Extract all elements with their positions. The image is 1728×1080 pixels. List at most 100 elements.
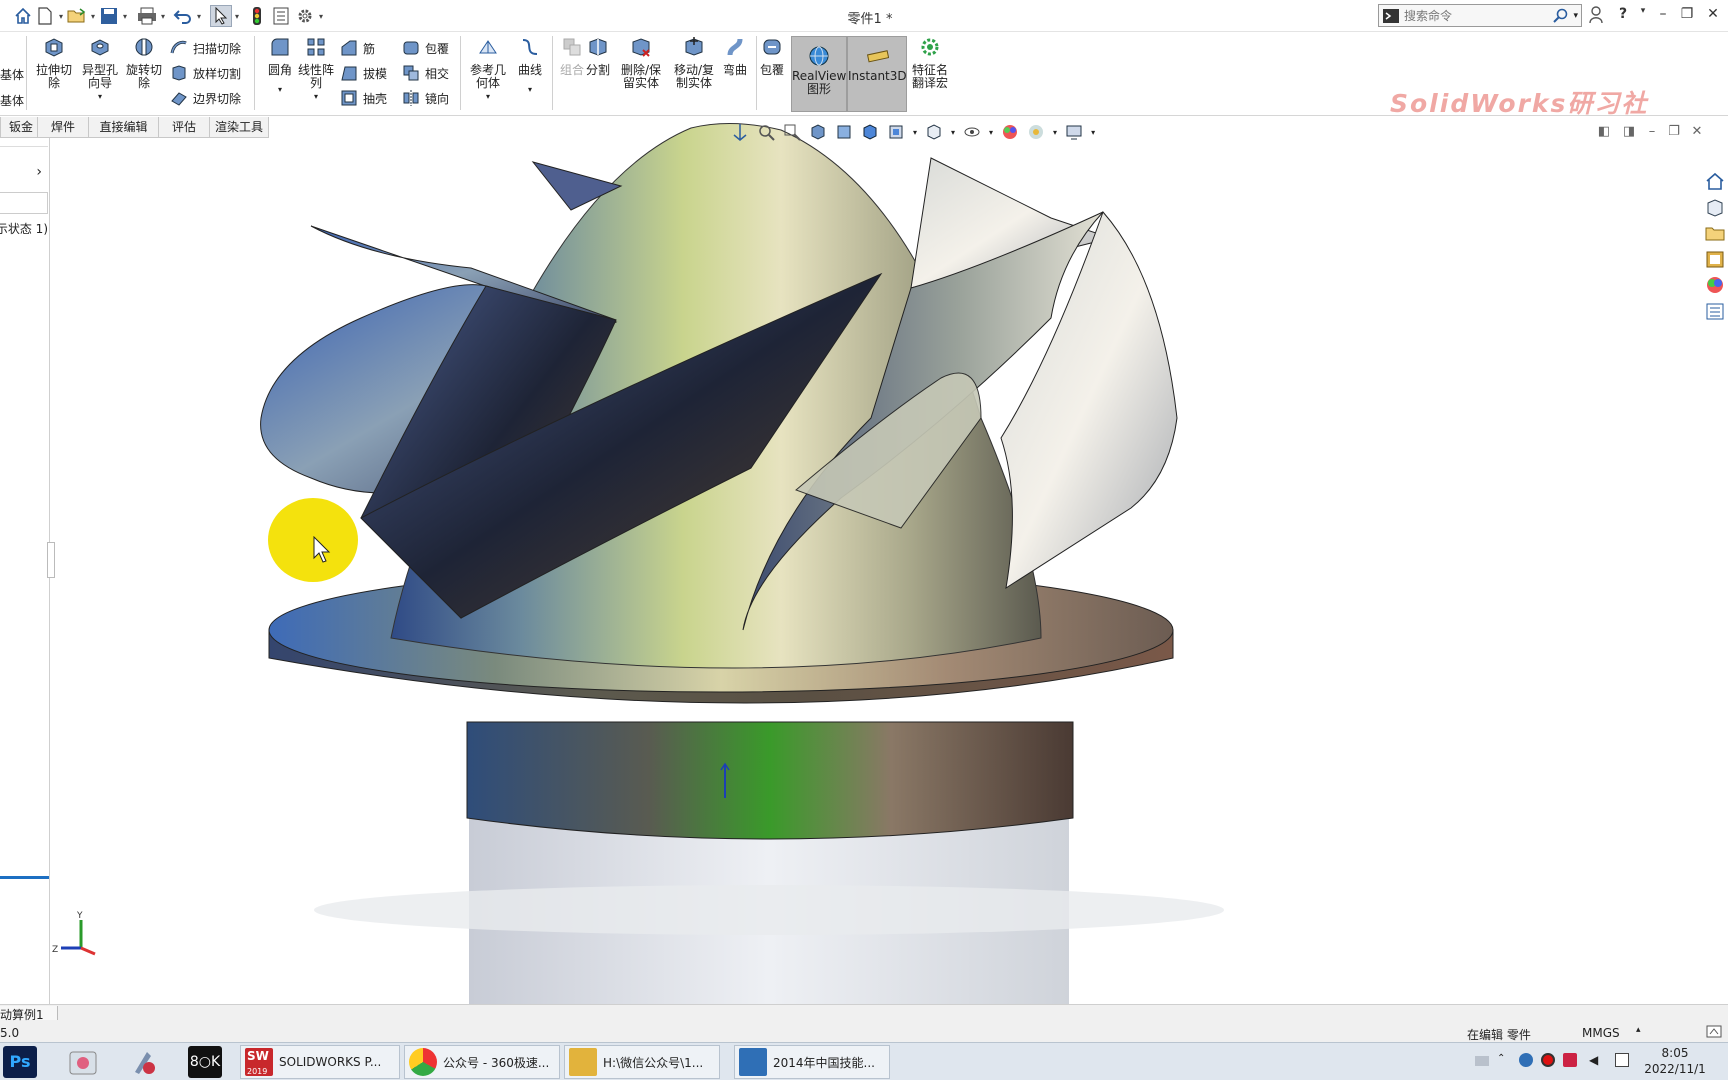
chevron-down-icon[interactable]: ▾ <box>1632 6 1654 26</box>
split-button[interactable]: 分割 <box>574 36 622 77</box>
instant3d-button[interactable]: Instant3D <box>847 36 907 112</box>
reference-geometry-button[interactable]: 参考几何体 ▾ <box>464 36 512 103</box>
chevron-down-icon[interactable]: ▾ <box>989 128 993 137</box>
restore-icon[interactable]: ❐ <box>1676 6 1698 26</box>
feature-translate-macro-button[interactable]: 特征名翻译宏 <box>906 36 954 90</box>
search-commands-field[interactable]: 搜索命令 ▾ <box>1378 4 1582 27</box>
revolve-cut-button[interactable]: 旋转切除 <box>120 36 168 90</box>
rib-button[interactable]: 筋 <box>340 37 375 59</box>
save-icon[interactable] <box>98 5 120 27</box>
taskbar-app-solidworks[interactable]: SW 2019 SOLIDWORKS P... <box>240 1045 400 1079</box>
linear-pattern-button[interactable]: 线性阵列 ▾ <box>292 36 340 103</box>
chevron-down-icon[interactable]: ▾ <box>120 12 130 21</box>
sweep-cut-button[interactable]: 扫描切除 <box>170 37 241 59</box>
delete-keep-body-button[interactable]: 删除/保留实体 <box>616 36 666 90</box>
close-icon[interactable]: ✕ <box>1702 6 1724 26</box>
input-method-icon[interactable] <box>1563 1053 1577 1067</box>
intersect-button[interactable]: 相交 <box>402 62 449 84</box>
minimize-icon[interactable]: – <box>1652 6 1674 26</box>
wrap-large-button[interactable]: 包覆 <box>748 36 796 77</box>
mirror-button[interactable]: 镜向 <box>402 87 449 109</box>
home-icon[interactable] <box>1704 171 1726 192</box>
rebuild-traffic-light-icon[interactable] <box>246 5 268 27</box>
edit-appearance-icon[interactable] <box>1001 123 1019 141</box>
chevron-down-icon[interactable]: ▾ <box>76 90 124 103</box>
chevron-down-icon[interactable]: ▾ <box>232 12 242 21</box>
chevron-down-icon[interactable]: ▾ <box>464 90 512 103</box>
options-gear-icon[interactable] <box>294 5 316 27</box>
zoom-area-icon[interactable] <box>783 123 801 141</box>
curves-button[interactable]: 曲线 ▾ <box>506 36 554 96</box>
section-view-icon[interactable] <box>809 123 827 141</box>
record-icon[interactable] <box>1541 1053 1555 1067</box>
chevron-down-icon[interactable]: ▾ <box>158 12 168 21</box>
undo-icon[interactable] <box>172 5 194 27</box>
hide-show-icon[interactable] <box>925 123 943 141</box>
visibility-eye-icon[interactable] <box>963 123 981 141</box>
tray-app-icon[interactable] <box>1519 1053 1533 1067</box>
camera-app-icon[interactable] <box>66 1046 100 1078</box>
boundary-cut-button[interactable]: 边界切除 <box>170 87 241 109</box>
chevron-down-icon[interactable]: ▾ <box>1091 128 1095 137</box>
ribbon-cut-item[interactable]: 基体 <box>0 92 24 109</box>
monitor-icon[interactable] <box>1065 123 1083 141</box>
draft-button[interactable]: 拔模 <box>340 62 387 84</box>
wrap-button[interactable]: 包覆 <box>402 37 449 59</box>
chevron-right-icon[interactable]: › <box>0 164 48 180</box>
zoom-fit-icon[interactable] <box>757 123 775 141</box>
status-help-icon[interactable] <box>1706 1025 1722 1042</box>
taskbar-app-explorer[interactable]: H:\微信公众号\1... <box>564 1045 720 1079</box>
units-selector[interactable]: MMGS <box>1582 1026 1620 1040</box>
viewport-minimize-icon[interactable]: – <box>1642 124 1662 139</box>
search-icon[interactable] <box>1553 8 1569 24</box>
extrude-cut-button[interactable]: 拉伸切除 <box>30 36 78 90</box>
volume-icon[interactable]: ◀ <box>1589 1053 1603 1067</box>
file-properties-icon[interactable] <box>270 5 292 27</box>
appearances-icon[interactable] <box>1704 275 1726 296</box>
taskbar-clock[interactable]: 8:05 2022/11/1 <box>1640 1045 1710 1077</box>
viewport-close-icon[interactable]: ✕ <box>1687 124 1707 139</box>
file-explorer-icon[interactable] <box>1704 223 1726 244</box>
ribbon-cut-item[interactable]: 基体 <box>0 66 24 83</box>
filter-field[interactable] <box>0 192 48 214</box>
loft-cut-button[interactable]: 放样切割 <box>170 62 241 84</box>
realview-button[interactable]: RealView图形 <box>791 36 847 112</box>
taskbar-app-browser[interactable]: 公众号 - 360极速... <box>404 1045 560 1079</box>
hole-wizard-button[interactable]: 异型孔向导 ▾ <box>76 36 124 103</box>
chevron-down-icon[interactable]: ▾ <box>316 12 326 21</box>
home-icon[interactable] <box>12 5 34 27</box>
view-palette-icon[interactable] <box>1704 249 1726 270</box>
new-document-icon[interactable] <box>34 5 56 27</box>
apply-scene-icon[interactable] <box>1027 123 1045 141</box>
network-icon[interactable] <box>1615 1053 1629 1067</box>
chevron-down-icon[interactable]: ▾ <box>951 128 955 137</box>
chevron-down-icon[interactable]: ▾ <box>292 90 340 103</box>
chevron-down-icon[interactable]: ▾ <box>913 128 917 137</box>
photoshop-icon[interactable]: Ps <box>3 1046 37 1078</box>
print-icon[interactable] <box>136 5 158 27</box>
display-style-icon[interactable] <box>887 123 905 141</box>
help-icon[interactable]: ? <box>1612 6 1634 26</box>
select-arrow-icon[interactable] <box>210 5 232 27</box>
view-cube-icon[interactable] <box>861 123 879 141</box>
viewport-tile-icon[interactable]: ◧ <box>1594 124 1614 139</box>
tab-sheet-metal[interactable]: 钣金 <box>0 117 38 138</box>
chevron-up-icon[interactable]: ▴ <box>1636 1025 1641 1035</box>
paint-app-icon[interactable] <box>127 1046 161 1078</box>
tray-expand-icon[interactable]: ⌃ <box>1497 1053 1511 1067</box>
keyboard-icon[interactable] <box>1475 1056 1489 1066</box>
taskbar-app-document[interactable]: 2014年中国技能... <box>734 1045 890 1079</box>
dynamic-annotation-icon[interactable] <box>835 123 853 141</box>
shell-button[interactable]: 抽壳 <box>340 87 387 109</box>
chevron-down-icon[interactable]: ▾ <box>56 12 66 21</box>
custom-properties-icon[interactable] <box>1704 301 1726 322</box>
user-account-icon[interactable] <box>1585 6 1607 26</box>
chevron-down-icon[interactable]: ▾ <box>1573 11 1578 21</box>
chevron-down-icon[interactable]: ▾ <box>506 83 554 96</box>
design-library-icon[interactable] <box>1704 197 1726 218</box>
chevron-down-icon[interactable]: ▾ <box>1053 128 1057 137</box>
viewport-restore-icon[interactable]: ❐ <box>1664 124 1684 139</box>
chevron-down-icon[interactable]: ▾ <box>88 12 98 21</box>
viewport-split-icon[interactable]: ◨ <box>1619 124 1639 139</box>
study-tab[interactable]: 动算例1 <box>0 1006 58 1022</box>
